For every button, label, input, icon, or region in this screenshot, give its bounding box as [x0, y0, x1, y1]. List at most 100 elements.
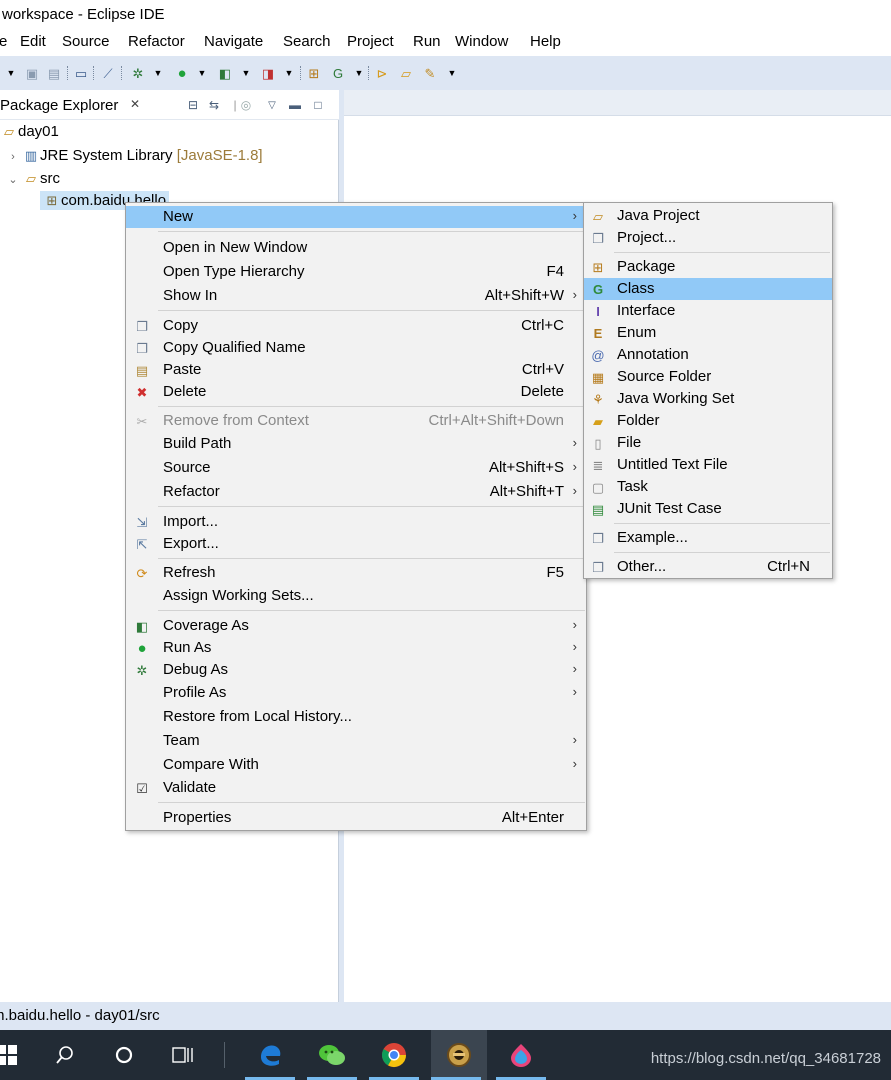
- tree-src-folder[interactable]: ⌄ ▱ src: [4, 170, 60, 187]
- menu-item-debug-as[interactable]: ✲ Debug As ›: [126, 659, 586, 681]
- menu-item-run-as[interactable]: ● Run As ›: [126, 637, 586, 659]
- save-all-icon[interactable]: ▤: [46, 65, 62, 81]
- menu-item-refresh[interactable]: ⟳ Refresh F5: [126, 562, 586, 584]
- menu-item-open-type-hierarchy[interactable]: Open Type Hierarchy F4: [126, 261, 586, 283]
- debug-dropdown-icon[interactable]: ▼: [150, 65, 166, 81]
- eclipse-app[interactable]: [431, 1030, 487, 1080]
- submenu-item-interface[interactable]: I Interface: [584, 300, 832, 322]
- view-menu-icon[interactable]: ▽: [264, 97, 280, 113]
- submenu-item-source-folder[interactable]: ▦ Source Folder: [584, 366, 832, 388]
- skip-breakpoints-icon[interactable]: ⟋: [100, 65, 116, 81]
- submenu-item-enum[interactable]: E Enum: [584, 322, 832, 344]
- new-package-icon[interactable]: ⊞: [306, 65, 322, 81]
- menu-window[interactable]: Window: [455, 33, 508, 50]
- submenu-item-package[interactable]: ⊞ Package: [584, 256, 832, 278]
- new-class-icon[interactable]: G: [330, 65, 346, 81]
- menu-item-refactor[interactable]: Refactor Alt+Shift+T ›: [126, 481, 586, 503]
- minimize-icon[interactable]: ▬: [287, 97, 303, 113]
- menu-item-show-in[interactable]: Show In Alt+Shift+W ›: [126, 285, 586, 307]
- tree-jre-library[interactable]: › ▥ JRE System Library [JavaSE-1.8]: [4, 147, 262, 164]
- menu-item-remove-from-context[interactable]: ✂ Remove from Context Ctrl+Alt+Shift+Dow…: [126, 410, 586, 432]
- debug-icon[interactable]: ✲: [130, 65, 146, 81]
- menu-help[interactable]: Help: [530, 33, 561, 50]
- link-with-editor-icon[interactable]: ⇆: [206, 97, 222, 113]
- close-icon[interactable]: ✕: [130, 97, 140, 111]
- menu-item-assign-working-sets[interactable]: Assign Working Sets...: [126, 585, 586, 607]
- menu-item-delete[interactable]: ✖ Delete Delete: [126, 381, 586, 403]
- menu-item-paste[interactable]: ▤ Paste Ctrl+V: [126, 359, 586, 381]
- maximize-icon[interactable]: □: [310, 97, 326, 113]
- menu-item-copy[interactable]: ❐ Copy Ctrl+C: [126, 315, 586, 337]
- run-icon[interactable]: ●: [174, 65, 190, 81]
- submenu-item-class[interactable]: G Class: [584, 278, 832, 300]
- search-dropdown-icon[interactable]: ▼: [444, 65, 460, 81]
- new-class-dropdown-icon[interactable]: ▼: [351, 65, 367, 81]
- menu-item-new[interactable]: New ›: [126, 206, 586, 228]
- external-tools-dropdown-icon[interactable]: ▼: [281, 65, 297, 81]
- menu-item-source[interactable]: Source Alt+Shift+S ›: [126, 457, 586, 479]
- menu-item-profile-as[interactable]: Profile As ›: [126, 682, 586, 704]
- menu-item-restore-local-history[interactable]: Restore from Local History...: [126, 706, 586, 728]
- menu-run[interactable]: Run: [413, 33, 441, 50]
- submenu-arrow-icon: ›: [572, 661, 577, 676]
- task-view-button[interactable]: [158, 1030, 208, 1080]
- menu-navigate[interactable]: Navigate: [204, 33, 263, 50]
- submenu-item-java-project[interactable]: ▱ Java Project: [584, 205, 832, 227]
- start-button[interactable]: [0, 1030, 32, 1080]
- focus-icon[interactable]: ◎: [238, 97, 254, 113]
- submenu-arrow-icon: ›: [572, 617, 577, 632]
- text-file-icon: ≣: [592, 457, 604, 473]
- open-folder-icon[interactable]: ▱: [398, 65, 414, 81]
- collapse-all-icon[interactable]: ⊟: [185, 97, 201, 113]
- menu-refactor[interactable]: Refactor: [128, 33, 185, 50]
- submenu-item-folder[interactable]: ▰ Folder: [584, 410, 832, 432]
- submenu-item-file[interactable]: ▯ File: [584, 432, 832, 454]
- submenu-item-java-working-set[interactable]: ⚘ Java Working Set: [584, 388, 832, 410]
- menu-item-open-new-window[interactable]: Open in New Window: [126, 237, 586, 259]
- coverage-dropdown-icon[interactable]: ▼: [238, 65, 254, 81]
- new-dropdown-icon[interactable]: ▼: [3, 65, 19, 81]
- chrome-app[interactable]: [369, 1030, 419, 1080]
- editor-tab-strip: [344, 90, 891, 116]
- submenu-item-task[interactable]: ▢ Task: [584, 476, 832, 498]
- paint-app[interactable]: [496, 1030, 546, 1080]
- chevron-down-icon[interactable]: ⌄: [4, 173, 22, 186]
- menu-item-export[interactable]: ⇱ Export...: [126, 533, 586, 555]
- tree-project-day01[interactable]: ▱ day01: [0, 123, 59, 140]
- menu-edit[interactable]: Edit: [20, 33, 46, 50]
- submenu-arrow-icon: ›: [572, 483, 577, 498]
- search-wand-icon[interactable]: ✎: [422, 65, 438, 81]
- submenu-item-untitled-text-file[interactable]: ≣ Untitled Text File: [584, 454, 832, 476]
- refresh-icon: ⟳: [136, 565, 148, 581]
- menu-source[interactable]: Source: [62, 33, 110, 50]
- menu-item-copy-qualified-name[interactable]: ❐ Copy Qualified Name: [126, 337, 586, 359]
- open-type-icon[interactable]: ⊳: [374, 65, 390, 81]
- menu-item-validate[interactable]: ☑ Validate: [126, 777, 586, 799]
- menu-search[interactable]: Search: [283, 33, 331, 50]
- submenu-item-other[interactable]: ❐ Other... Ctrl+N: [584, 556, 832, 578]
- menu-item-build-path[interactable]: Build Path ›: [126, 433, 586, 455]
- menu-project[interactable]: Project: [347, 33, 394, 50]
- search-button[interactable]: [40, 1030, 90, 1080]
- example-icon: ❐: [592, 530, 604, 546]
- terminal-icon[interactable]: ▭: [73, 65, 89, 81]
- menu-item-import[interactable]: ⇲ Import...: [126, 511, 586, 533]
- menu-item-compare-with[interactable]: Compare With ›: [126, 754, 586, 776]
- coverage-icon[interactable]: ◧: [217, 65, 233, 81]
- menu-item-team[interactable]: Team ›: [126, 730, 586, 752]
- submenu-item-example[interactable]: ❐ Example...: [584, 527, 832, 549]
- submenu-item-annotation[interactable]: @ Annotation: [584, 344, 832, 366]
- external-tools-icon[interactable]: ◨: [260, 65, 276, 81]
- chevron-right-icon[interactable]: ›: [4, 151, 22, 163]
- submenu-item-junit-test-case[interactable]: ▤ JUnit Test Case: [584, 498, 832, 520]
- menu-file[interactable]: e: [0, 33, 7, 50]
- package-explorer-tab[interactable]: Package Explorer ✕ ⊟ ⇆ | ◎ ▽ ▬ □: [0, 90, 339, 120]
- submenu-item-project[interactable]: ❐ Project...: [584, 227, 832, 249]
- menu-item-properties[interactable]: Properties Alt+Enter: [126, 807, 586, 829]
- save-icon[interactable]: ▣: [24, 65, 40, 81]
- menu-item-coverage-as[interactable]: ◧ Coverage As ›: [126, 615, 586, 637]
- cortana-button[interactable]: [99, 1030, 149, 1080]
- run-dropdown-icon[interactable]: ▼: [194, 65, 210, 81]
- edge-app[interactable]: [245, 1030, 295, 1080]
- wechat-app[interactable]: [307, 1030, 357, 1080]
